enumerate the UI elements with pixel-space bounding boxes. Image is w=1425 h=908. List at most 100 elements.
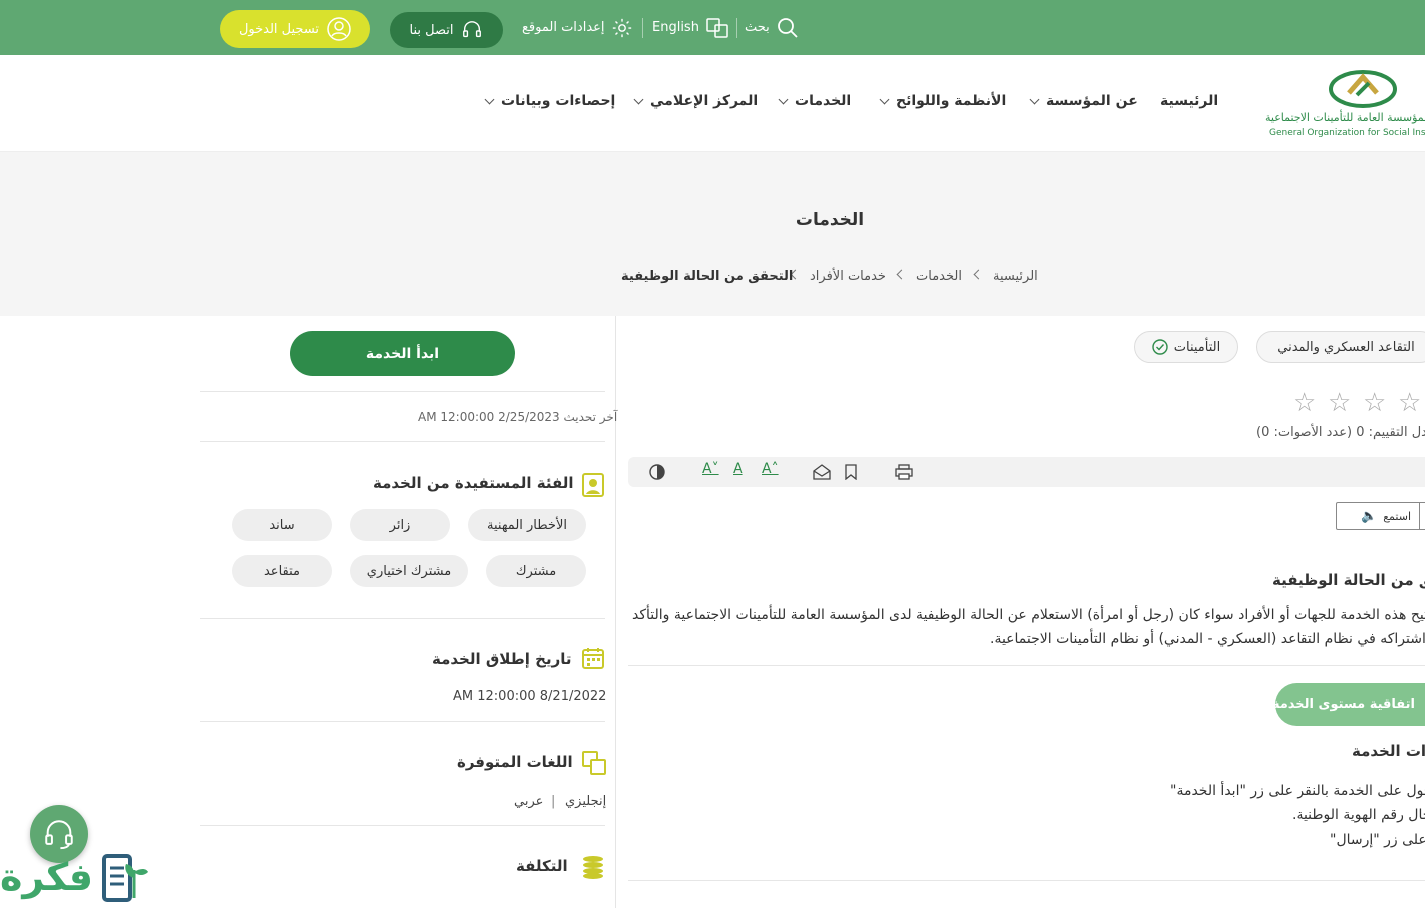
- contact-button[interactable]: اتصل بنا: [390, 12, 503, 48]
- divider: [200, 391, 605, 392]
- check-circle-icon: [1152, 339, 1168, 355]
- nav-item-regulations[interactable]: الأنظمة واللوائح: [879, 93, 1007, 109]
- beneficiary-icon: [582, 473, 604, 497]
- tag-label: التقاعد العسكري والمدني: [1277, 339, 1415, 355]
- divider: [200, 825, 605, 826]
- nav-label: الأنظمة واللوائح: [896, 93, 1007, 109]
- steps-heading: خطوات الخدمة: [1352, 742, 1425, 760]
- print-icon[interactable]: [895, 464, 913, 480]
- translate-icon: [706, 17, 728, 38]
- accessibility-toolbar: A˅ A A˄: [628, 457, 1425, 487]
- last-update: آخر تحديث 2/25/2023 12:00:00 AM: [418, 410, 618, 424]
- sla-label: اتفاقية مستوى الخدمة: [1271, 697, 1415, 712]
- divider: [200, 721, 605, 722]
- nav-label: الرئيسية: [1160, 93, 1219, 109]
- divider: [200, 618, 605, 619]
- bookmark-icon[interactable]: [843, 464, 859, 480]
- language-item: عربي: [514, 794, 544, 809]
- divider: [200, 441, 605, 442]
- watermark-logo: فكرة: [0, 848, 155, 908]
- column-divider: [615, 316, 616, 908]
- contrast-icon[interactable]: [649, 464, 665, 480]
- service-description: تتيح هذه الخدمة للجهات أو الأفراد سواء ك…: [632, 607, 1425, 623]
- chevron-down-icon: [633, 94, 644, 104]
- start-label: ابدأ الخدمة: [365, 345, 440, 362]
- launch-date: 8/21/2022 12:00:00 AM: [453, 689, 607, 704]
- search-icon: [777, 17, 798, 38]
- logo[interactable]: المؤسسة العامة للتأمينات الاجتماعية Gene…: [1265, 63, 1425, 148]
- settings-label: إعدادات الموقع: [522, 20, 605, 35]
- main-nav: الرئيسية عن المؤسسة الأنظمة واللوائح الخ…: [0, 55, 1425, 152]
- star-icon[interactable]: ☆: [1363, 388, 1386, 418]
- nav-item-home[interactable]: الرئيسية: [1160, 93, 1218, 109]
- star-icon[interactable]: ☆: [1293, 388, 1316, 418]
- breadcrumb-individuals[interactable]: خدمات الأفراد: [810, 269, 886, 284]
- star-icon[interactable]: ☆: [1328, 388, 1351, 418]
- beneficiary-chip: مشترك: [486, 555, 586, 587]
- nav-label: إحصاءات وبيانات: [501, 93, 616, 109]
- step-item: النقر على زر "إرسال": [1330, 832, 1425, 848]
- gosi-logo-icon: [1329, 70, 1397, 108]
- nav-item-about[interactable]: عن المؤسسة: [1029, 93, 1138, 109]
- beneficiary-heading: الفئة المستفيدة من الخدمة: [373, 474, 574, 492]
- language-label: English: [652, 20, 699, 35]
- page-header: الخدمات الرئيسية الخدمات خدمات الأفراد ا…: [0, 152, 1425, 316]
- nav-label: الخدمات: [795, 93, 852, 109]
- sla-button[interactable]: اتفاقية مستوى الخدمة: [1271, 683, 1425, 726]
- language-separator: |: [551, 794, 556, 809]
- contact-label: اتصل بنا: [409, 22, 454, 38]
- share-mail-icon[interactable]: [813, 464, 831, 480]
- page-title: الخدمات: [795, 210, 865, 230]
- chevron-left-icon: [896, 269, 907, 280]
- divider: [628, 665, 1425, 666]
- calendar-icon: [582, 648, 604, 669]
- nav-item-statistics[interactable]: إحصاءات وبيانات: [484, 93, 616, 109]
- chevron-down-icon: [1029, 94, 1040, 104]
- divider: [1419, 502, 1420, 530]
- speaker-icon: 🔈: [1361, 508, 1378, 524]
- star-icon[interactable]: ☆: [1398, 388, 1421, 418]
- nav-label: عن المؤسسة: [1046, 93, 1138, 109]
- step-item: الدخول على الخدمة بالنقر على زر "ابدأ ال…: [1170, 783, 1425, 799]
- listen-button[interactable]: 🔈 استمع: [1336, 502, 1425, 530]
- chevron-down-icon: [778, 94, 789, 104]
- cost-heading: التكلفة: [516, 857, 568, 875]
- divider: [736, 18, 737, 38]
- step-item: إدخال رقم الهوية الوطنية.: [1292, 807, 1425, 823]
- breadcrumb-services[interactable]: الخدمات: [916, 269, 962, 284]
- font-reset-icon[interactable]: A: [733, 461, 743, 477]
- breadcrumb-home[interactable]: الرئيسية: [993, 269, 1038, 284]
- top-bar: تسجيل الدخول اتصل بنا إعدادات الموقع Eng…: [0, 0, 1425, 55]
- nav-item-services[interactable]: الخدمات: [778, 93, 852, 109]
- coins-icon: [583, 856, 603, 879]
- user-icon: [327, 17, 351, 41]
- language-switch[interactable]: English: [652, 0, 729, 55]
- tag-label: التأمينات: [1173, 339, 1221, 355]
- chevron-left-icon: [973, 269, 984, 280]
- beneficiary-chip: ساند: [232, 509, 332, 541]
- search-link[interactable]: بحث: [745, 0, 800, 55]
- chevron-down-icon: [879, 94, 890, 104]
- gear-icon: [612, 18, 631, 37]
- beneficiary-chip: زائر: [350, 509, 450, 541]
- rating-text: معدل التقييم: 0 (عدد الأصوات: 0): [1256, 425, 1425, 440]
- login-button[interactable]: تسجيل الدخول: [220, 10, 370, 48]
- translate-icon: [582, 751, 606, 775]
- font-increase-icon[interactable]: A˄: [762, 461, 779, 477]
- book-plant-icon: [102, 854, 148, 902]
- nav-item-media[interactable]: المركز الإعلامي: [633, 93, 758, 109]
- listen-label: استمع: [1383, 509, 1411, 523]
- headset-icon: [45, 820, 73, 850]
- tag-insurance[interactable]: التأمينات: [1134, 331, 1238, 363]
- font-decrease-icon[interactable]: A˅: [702, 461, 719, 477]
- logo-english: General Organization for Social Insuranc…: [1269, 128, 1425, 138]
- tag-retirement[interactable]: التقاعد العسكري والمدني: [1256, 331, 1425, 363]
- breadcrumb-current: التحقق من الحالة الوظيفية: [621, 269, 794, 284]
- search-label: بحث: [745, 20, 770, 35]
- service-description: من اشتراكه في نظام التقاعد (العسكري - ال…: [990, 631, 1425, 647]
- chevron-down-icon: [484, 94, 495, 104]
- settings-link[interactable]: إعدادات الموقع: [522, 0, 633, 55]
- start-service-button[interactable]: ابدأ الخدمة: [290, 331, 515, 376]
- watermark-text: فكرة: [0, 855, 94, 899]
- headset-icon: [463, 21, 482, 38]
